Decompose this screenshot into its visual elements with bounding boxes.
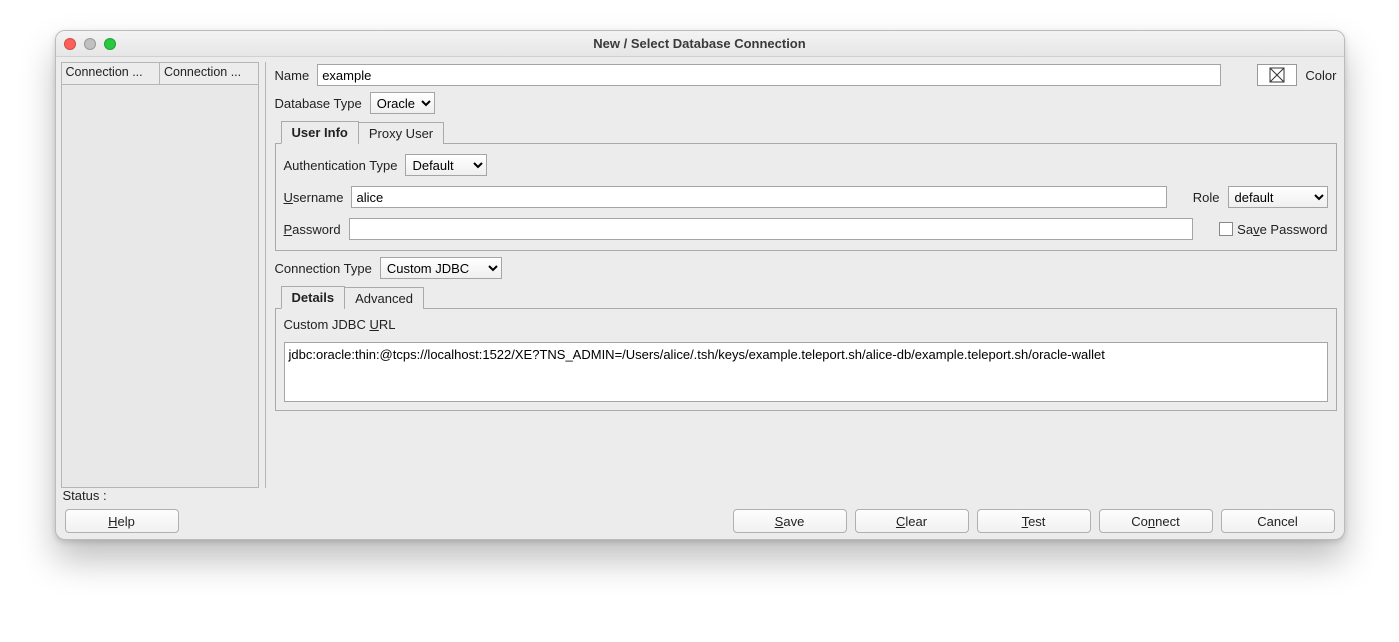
conn-type-select[interactable]: Custom JDBC: [380, 257, 502, 279]
user-info-panel: Authentication Type Default Username Rol…: [275, 144, 1337, 251]
cancel-button[interactable]: Cancel: [1221, 509, 1335, 533]
sidebar-col-details[interactable]: Connection ...: [159, 63, 258, 84]
auth-type-label: Authentication Type: [284, 158, 398, 173]
color-reset-icon: [1269, 67, 1285, 83]
connections-list[interactable]: [61, 84, 259, 488]
dbtype-select[interactable]: Oracle: [370, 92, 435, 114]
status-label: Status :: [61, 488, 1339, 503]
auth-type-select[interactable]: Default: [405, 154, 487, 176]
connections-sidebar: Connection ... Connection ...: [61, 62, 259, 488]
details-tabs: Details Advanced: [275, 285, 1337, 309]
dialog-body: Connection ... Connection ... Name: [56, 57, 1344, 539]
tab-user-info[interactable]: User Info: [281, 121, 359, 144]
username-row: Username Role default: [284, 186, 1328, 208]
save-password-label: Save Password: [1237, 222, 1327, 237]
conn-type-row: Connection Type Custom JDBC: [275, 257, 1337, 279]
dbtype-row: Database Type Oracle: [275, 92, 1337, 114]
details-tabs-container: Details Advanced Custom JDBC URL: [275, 285, 1337, 411]
password-input[interactable]: [349, 218, 1194, 240]
upper-area: Connection ... Connection ... Name: [61, 62, 1339, 488]
sidebar-col-name[interactable]: Connection ...: [62, 63, 160, 84]
color-label: Color: [1305, 68, 1336, 83]
sidebar-header: Connection ... Connection ...: [61, 62, 259, 84]
right-buttons: Save Clear Test Connect Cancel: [733, 509, 1335, 533]
save-password-checkbox[interactable]: Save Password: [1219, 222, 1327, 237]
password-label: Password: [284, 222, 341, 237]
auth-type-row: Authentication Type Default: [284, 154, 1328, 176]
left-buttons: Help: [65, 509, 179, 533]
main-panel: Name Color Database Type: [273, 62, 1339, 488]
details-panel: Custom JDBC URL: [275, 309, 1337, 411]
password-row: Password Save Password: [284, 218, 1328, 240]
dialog-window: New / Select Database Connection Connect…: [55, 30, 1345, 540]
help-button[interactable]: Help: [65, 509, 179, 533]
username-input[interactable]: [351, 186, 1166, 208]
footer: Help Save Clear Test Connect Cancel: [61, 503, 1339, 539]
clear-button[interactable]: Clear: [855, 509, 969, 533]
color-swatch[interactable]: [1257, 64, 1297, 86]
username-label: Username: [284, 190, 344, 205]
name-row: Name Color: [275, 64, 1337, 86]
conn-type-label: Connection Type: [275, 261, 372, 276]
test-button[interactable]: Test: [977, 509, 1091, 533]
tab-proxy-user[interactable]: Proxy User: [358, 122, 444, 144]
titlebar: New / Select Database Connection: [56, 31, 1344, 57]
jdbc-url-label: Custom JDBC URL: [284, 317, 1328, 332]
checkbox-icon: [1219, 222, 1233, 236]
tab-details[interactable]: Details: [281, 286, 346, 309]
dbtype-label: Database Type: [275, 96, 362, 111]
save-button[interactable]: Save: [733, 509, 847, 533]
name-label: Name: [275, 68, 310, 83]
window-title: New / Select Database Connection: [56, 36, 1344, 51]
connect-button[interactable]: Connect: [1099, 509, 1213, 533]
role-select[interactable]: default: [1228, 186, 1328, 208]
role-label: Role: [1193, 190, 1220, 205]
name-input[interactable]: [317, 64, 1221, 86]
user-tabs: User Info Proxy User: [275, 120, 1337, 144]
tab-advanced[interactable]: Advanced: [344, 287, 424, 309]
user-tabs-container: User Info Proxy User Authentication Type…: [275, 120, 1337, 251]
sidebar-divider[interactable]: [265, 62, 269, 488]
jdbc-url-input[interactable]: [284, 342, 1328, 402]
